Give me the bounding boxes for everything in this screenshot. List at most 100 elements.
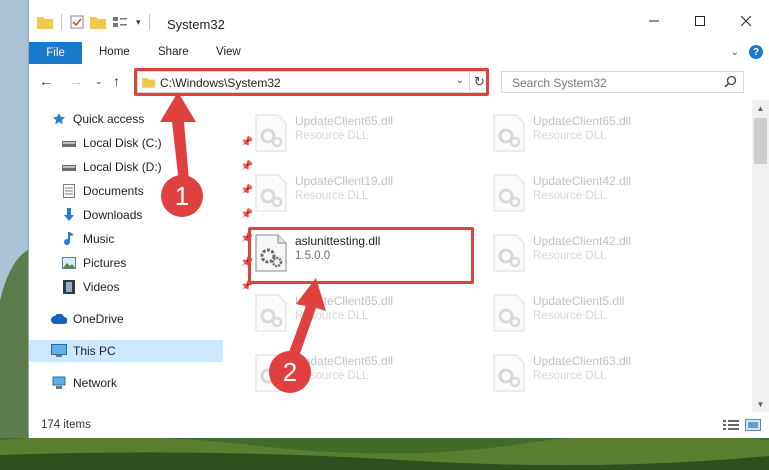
sidebar-item-downloads[interactable]: Downloads 📌 [29,204,255,226]
expand-ribbon-icon[interactable]: ⌄ [731,47,739,58]
view-options-icon[interactable] [112,15,130,29]
drive-icon [61,159,77,175]
file-name: UpdateClient65.dll [533,114,632,128]
dll-file-icon [493,234,525,272]
file-item[interactable]: UpdateClient63.dll Resource DLL [485,346,715,402]
documents-icon [61,183,77,199]
scroll-down-icon[interactable]: ▼ [752,396,769,412]
step-2-callout: 2 [269,278,326,393]
help-icon[interactable]: ? [749,45,763,59]
cloud-icon [51,311,67,327]
properties-icon[interactable] [70,15,84,29]
sidebar-item-videos[interactable]: Videos 📌 [29,276,255,298]
folder-icon [37,17,53,29]
view-toggle [723,419,761,431]
dll-file-icon [493,294,525,332]
music-icon [61,231,77,247]
sidebar-item-label: Music [83,232,115,246]
videos-icon [61,279,77,295]
file-description: Resource DLL [295,190,369,202]
file-name: UpdateClient65.dll [295,114,394,128]
sidebar-item-pictures[interactable]: Pictures 📌 [29,252,255,274]
dll-file-icon [493,174,525,212]
customize-toolbar-dropdown-icon[interactable]: ▾ [136,17,141,28]
large-icons-view-icon[interactable] [745,419,761,431]
item-count: 174 items [41,419,91,431]
maximize-icon [695,16,705,26]
sidebar-item-this-pc[interactable]: This PC [29,340,223,362]
file-description: Resource DLL [533,370,607,382]
file-item[interactable]: UpdateClient65.dll Resource DLL [247,106,477,162]
sidebar-item-label: This PC [73,344,116,358]
file-description: Resource DLL [533,130,607,142]
sidebar-item-label: Videos [83,280,120,294]
ribbon-tabs: File Home Share View ⌄ ? [29,42,769,65]
download-icon [61,207,77,223]
step-1-callout: 1 [160,92,203,217]
close-button[interactable] [723,0,769,42]
dll-file-icon [255,114,287,152]
up-arrow-icon[interactable]: ↑ [113,73,120,89]
tab-share[interactable]: Share [158,46,189,58]
file-name: UpdateClient19.dll [295,174,394,188]
forward-arrow-icon[interactable]: → [69,73,83,89]
sidebar-item-local-disk-d[interactable]: Local Disk (D:) 📌 [29,156,255,178]
file-item[interactable]: UpdateClient19.dll Resource DLL [247,166,477,222]
star-icon [51,111,67,127]
sidebar-item-label: OneDrive [73,312,124,326]
back-arrow-icon[interactable]: ← [39,73,53,89]
file-description: Resource DLL [533,190,607,202]
step-1-number: 1 [175,181,189,211]
recent-locations-icon[interactable]: ⌄ [95,76,103,87]
search-icon [724,75,737,88]
dll-file-icon [493,114,525,152]
sidebar-item-onedrive[interactable]: OneDrive [29,308,245,330]
file-name: UpdateClient42.dll [533,174,632,188]
search-box[interactable] [501,71,744,93]
network-icon [51,375,67,391]
tab-view[interactable]: View [216,46,241,58]
sidebar-item-network[interactable]: Network [29,372,245,394]
scroll-up-icon[interactable]: ▲ [752,100,769,116]
ribbon-right-controls: ⌄ ? [731,45,763,59]
sidebar-item-music[interactable]: Music 📌 [29,228,255,250]
sidebar-item-documents[interactable]: Documents 📌 [29,180,255,202]
dll-file-icon [493,354,525,392]
computer-icon [51,343,67,359]
maximize-button[interactable] [677,0,723,42]
file-description: Resource DLL [533,250,607,262]
file-description: Resource DLL [295,130,369,142]
file-item[interactable]: UpdateClient5.dll Resource DLL [485,286,715,342]
file-name: UpdateClient63.dll [533,354,632,368]
file-description: Resource DLL [533,310,607,322]
vertical-scrollbar[interactable]: ▲ ▼ [752,100,769,412]
close-icon [741,16,751,26]
minimize-button[interactable] [631,0,677,42]
sidebar-item-label: Quick access [73,112,145,126]
window-controls [631,0,769,42]
details-view-icon[interactable] [723,419,739,431]
file-item[interactable]: UpdateClient65.dll Resource DLL [485,106,715,162]
drive-icon [61,135,77,151]
tab-file[interactable]: File [29,42,82,64]
tab-home[interactable]: Home [99,46,130,58]
sidebar-item-label: Documents [83,184,144,198]
pictures-icon [61,255,77,271]
navigation-bar: ← → ⌄ ↑ C:\Windows\System32 ⌄ ↻ [29,64,769,100]
quick-access-toolbar: ▾ [37,14,152,30]
file-item[interactable]: UpdateClient42.dll Resource DLL [485,166,715,222]
step-2-number: 2 [283,357,297,387]
search-input[interactable] [510,74,714,92]
sidebar-item-label: Network [73,376,118,390]
sidebar-item-local-disk-c[interactable]: Local Disk (C:) 📌 [29,132,255,154]
file-item[interactable]: UpdateClient42.dll Resource DLL [485,226,715,282]
new-folder-icon[interactable] [90,15,106,29]
scrollbar-thumb[interactable] [754,118,767,164]
file-explorer-window: ▾ System32 File Home Share View ⌄ ? ← → … [28,0,769,438]
minimize-icon [649,20,659,22]
sidebar-item-label: Downloads [83,208,143,222]
dll-file-icon [255,174,287,212]
status-bar: 174 items [29,412,769,438]
step-2-arrow-icon [286,278,326,362]
file-name: UpdateClient5.dll [533,294,625,308]
